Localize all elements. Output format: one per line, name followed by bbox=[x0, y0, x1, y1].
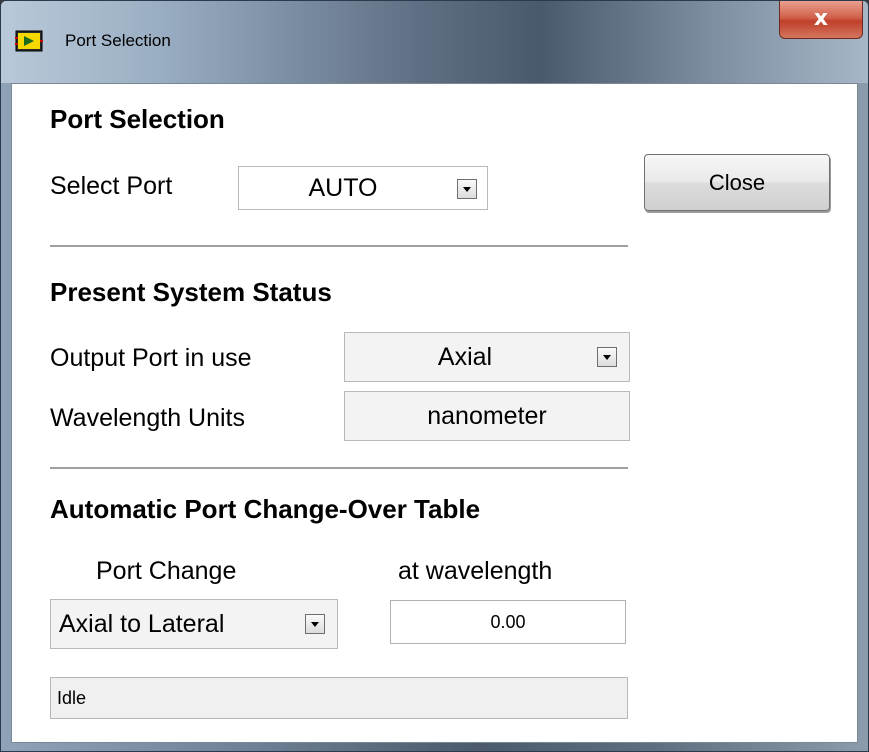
output-port-dropdown[interactable]: Axial bbox=[344, 332, 630, 382]
wavelength-units-display: nanometer bbox=[344, 391, 630, 441]
window-close-button[interactable]: x bbox=[779, 1, 863, 39]
wavelength-header: at wavelength bbox=[398, 557, 553, 585]
wavelength-units-value: nanometer bbox=[427, 401, 547, 430]
client-area: Port Selection Select Port AUTO Close Pr… bbox=[11, 83, 858, 743]
port-change-header: Port Change bbox=[96, 557, 237, 585]
labview-vi-icon bbox=[15, 30, 43, 52]
select-port-dropdown[interactable]: AUTO bbox=[238, 166, 488, 210]
changeover-table-heading: Automatic Port Change-Over Table bbox=[50, 494, 481, 524]
window-title: Port Selection bbox=[65, 31, 171, 50]
separator bbox=[50, 245, 628, 247]
close-button[interactable]: Close bbox=[644, 154, 830, 211]
select-port-value: AUTO bbox=[308, 173, 378, 202]
chevron-down-icon[interactable] bbox=[457, 179, 477, 199]
port-change-dropdown[interactable]: Axial to Lateral bbox=[50, 599, 338, 649]
output-port-value: Axial bbox=[437, 342, 493, 371]
wavelength-input[interactable]: 0.00 bbox=[390, 600, 626, 644]
wavelength-units-label: Wavelength Units bbox=[50, 404, 245, 432]
status-message: Idle bbox=[50, 677, 628, 719]
chevron-down-icon[interactable] bbox=[305, 614, 325, 634]
separator bbox=[50, 467, 628, 469]
output-port-label: Output Port in use bbox=[50, 344, 252, 372]
title-bar[interactable]: Port Selection x bbox=[1, 1, 868, 83]
port-selection-heading: Port Selection bbox=[50, 104, 225, 134]
port-selection-window: Port Selection x Port Selection Select P… bbox=[0, 0, 869, 752]
chevron-down-icon[interactable] bbox=[597, 347, 617, 367]
port-change-value: Axial to Lateral bbox=[59, 609, 225, 638]
select-port-label: Select Port bbox=[50, 172, 173, 200]
close-icon: x bbox=[813, 6, 829, 31]
system-status-heading: Present System Status bbox=[50, 277, 332, 307]
